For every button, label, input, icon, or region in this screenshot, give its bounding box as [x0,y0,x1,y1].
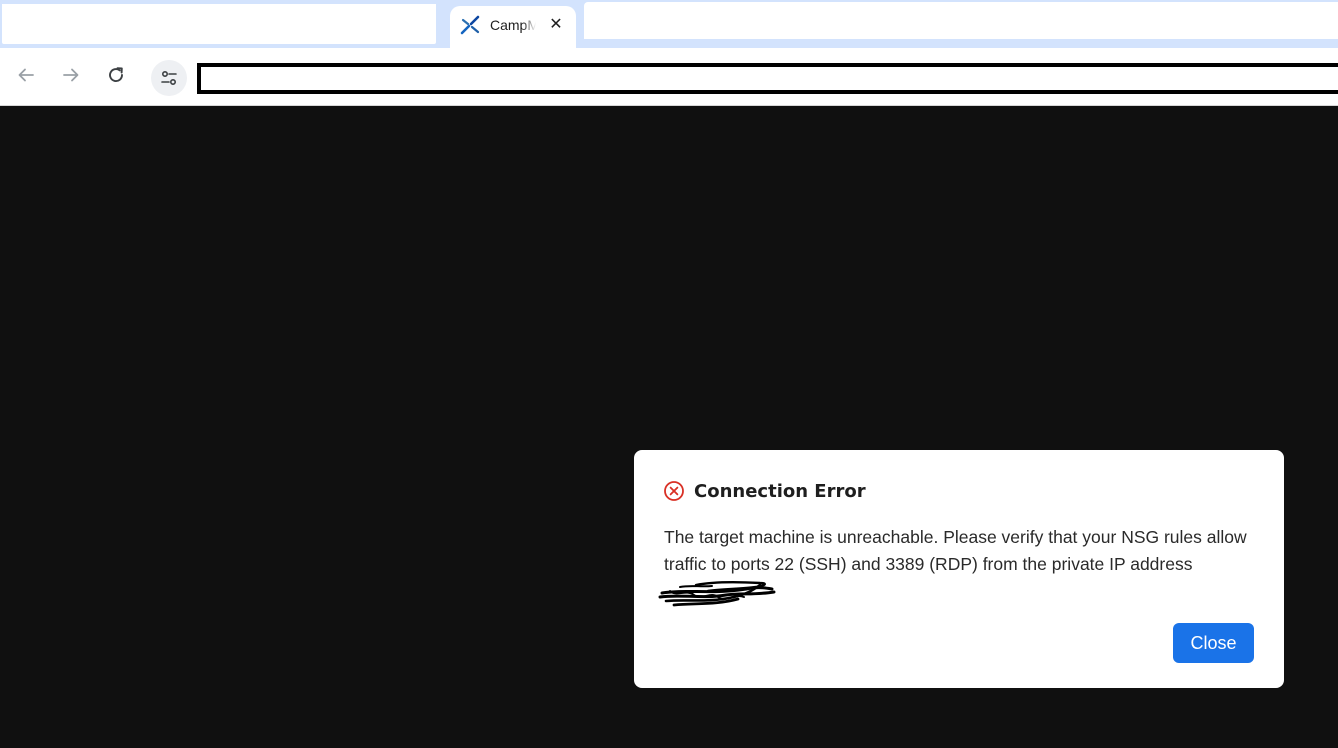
tune-icon [161,70,177,86]
forward-button[interactable] [57,61,85,89]
redaction-scribble [658,580,776,607]
back-button[interactable] [12,61,40,89]
reload-button[interactable] [102,61,130,89]
tab-title: CampM [490,17,536,33]
reload-icon [109,67,123,82]
site-settings-button[interactable] [151,60,187,96]
arrow-right-icon [63,68,79,82]
close-icon[interactable]: ✕ [546,14,566,34]
tab-inactive-right[interactable] [584,2,1338,39]
tab-inactive-left[interactable] [2,4,436,44]
dialog-message: The target machine is unreachable. Pleas… [664,527,1247,574]
dialog-title: Connection Error [694,481,866,502]
address-bar[interactable] [197,63,1338,94]
campm-logo-icon [460,15,480,35]
close-button[interactable]: Close [1173,623,1254,663]
tab-active[interactable]: CampM ✕ [450,6,576,50]
arrow-left-icon [18,68,34,82]
connection-error-dialog: Connection Error The target machine is u… [634,450,1284,688]
browser-toolbar [0,48,1338,106]
tab-strip: CampM ✕ [0,0,1338,50]
error-circle-icon [664,481,684,501]
